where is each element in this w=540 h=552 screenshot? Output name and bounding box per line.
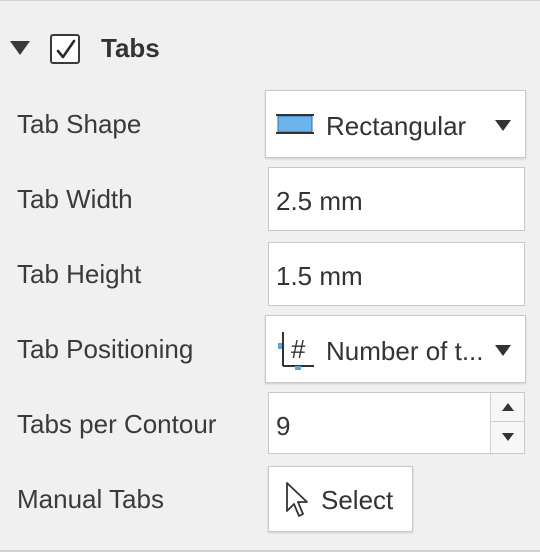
collapse-arrow-icon[interactable] bbox=[10, 41, 30, 55]
chevron-down-icon bbox=[495, 345, 511, 356]
tab-shape-value: Rectangular bbox=[326, 111, 467, 141]
manual-tabs-label: Manual Tabs bbox=[17, 484, 164, 514]
tabs-per-contour-label: Tabs per Contour bbox=[17, 409, 217, 439]
tab-positioning-label: Tab Positioning bbox=[17, 334, 194, 364]
section-header: Tabs bbox=[0, 19, 540, 79]
tabs-enabled-checkbox[interactable] bbox=[50, 34, 80, 64]
tabs-panel: Tabs Tab Shape Rectangular Tab Width 2.5… bbox=[0, 0, 540, 552]
tab-positioning-value: Number of t... bbox=[326, 336, 484, 366]
section-title: Tabs bbox=[101, 33, 160, 63]
tabs-per-contour-stepper[interactable]: 9 bbox=[268, 392, 525, 454]
tab-width-input[interactable]: 2.5 mm bbox=[268, 167, 525, 231]
tab-positioning-dropdown[interactable]: # Number of t... bbox=[265, 315, 526, 383]
pointer-icon bbox=[286, 482, 308, 517]
chevron-down-icon bbox=[495, 120, 511, 131]
stepper-buttons bbox=[490, 393, 524, 453]
tab-width-value: 2.5 mm bbox=[276, 186, 363, 216]
rectangular-tab-icon bbox=[276, 114, 314, 134]
tab-width-label: Tab Width bbox=[17, 184, 133, 214]
tab-height-input[interactable]: 1.5 mm bbox=[268, 242, 525, 306]
select-button[interactable]: Select bbox=[268, 466, 413, 532]
decrement-button[interactable] bbox=[491, 423, 524, 452]
tab-shape-dropdown[interactable]: Rectangular bbox=[265, 90, 526, 158]
select-button-label: Select bbox=[321, 485, 394, 515]
tab-height-label: Tab Height bbox=[17, 259, 142, 289]
number-of-tabs-icon: # bbox=[278, 332, 314, 370]
tab-shape-label: Tab Shape bbox=[17, 109, 142, 139]
increment-button[interactable] bbox=[491, 393, 524, 422]
tabs-per-contour-value: 9 bbox=[276, 411, 291, 441]
checkmark-icon bbox=[56, 39, 76, 59]
tab-height-value: 1.5 mm bbox=[276, 261, 363, 291]
svg-text:#: # bbox=[291, 334, 306, 364]
